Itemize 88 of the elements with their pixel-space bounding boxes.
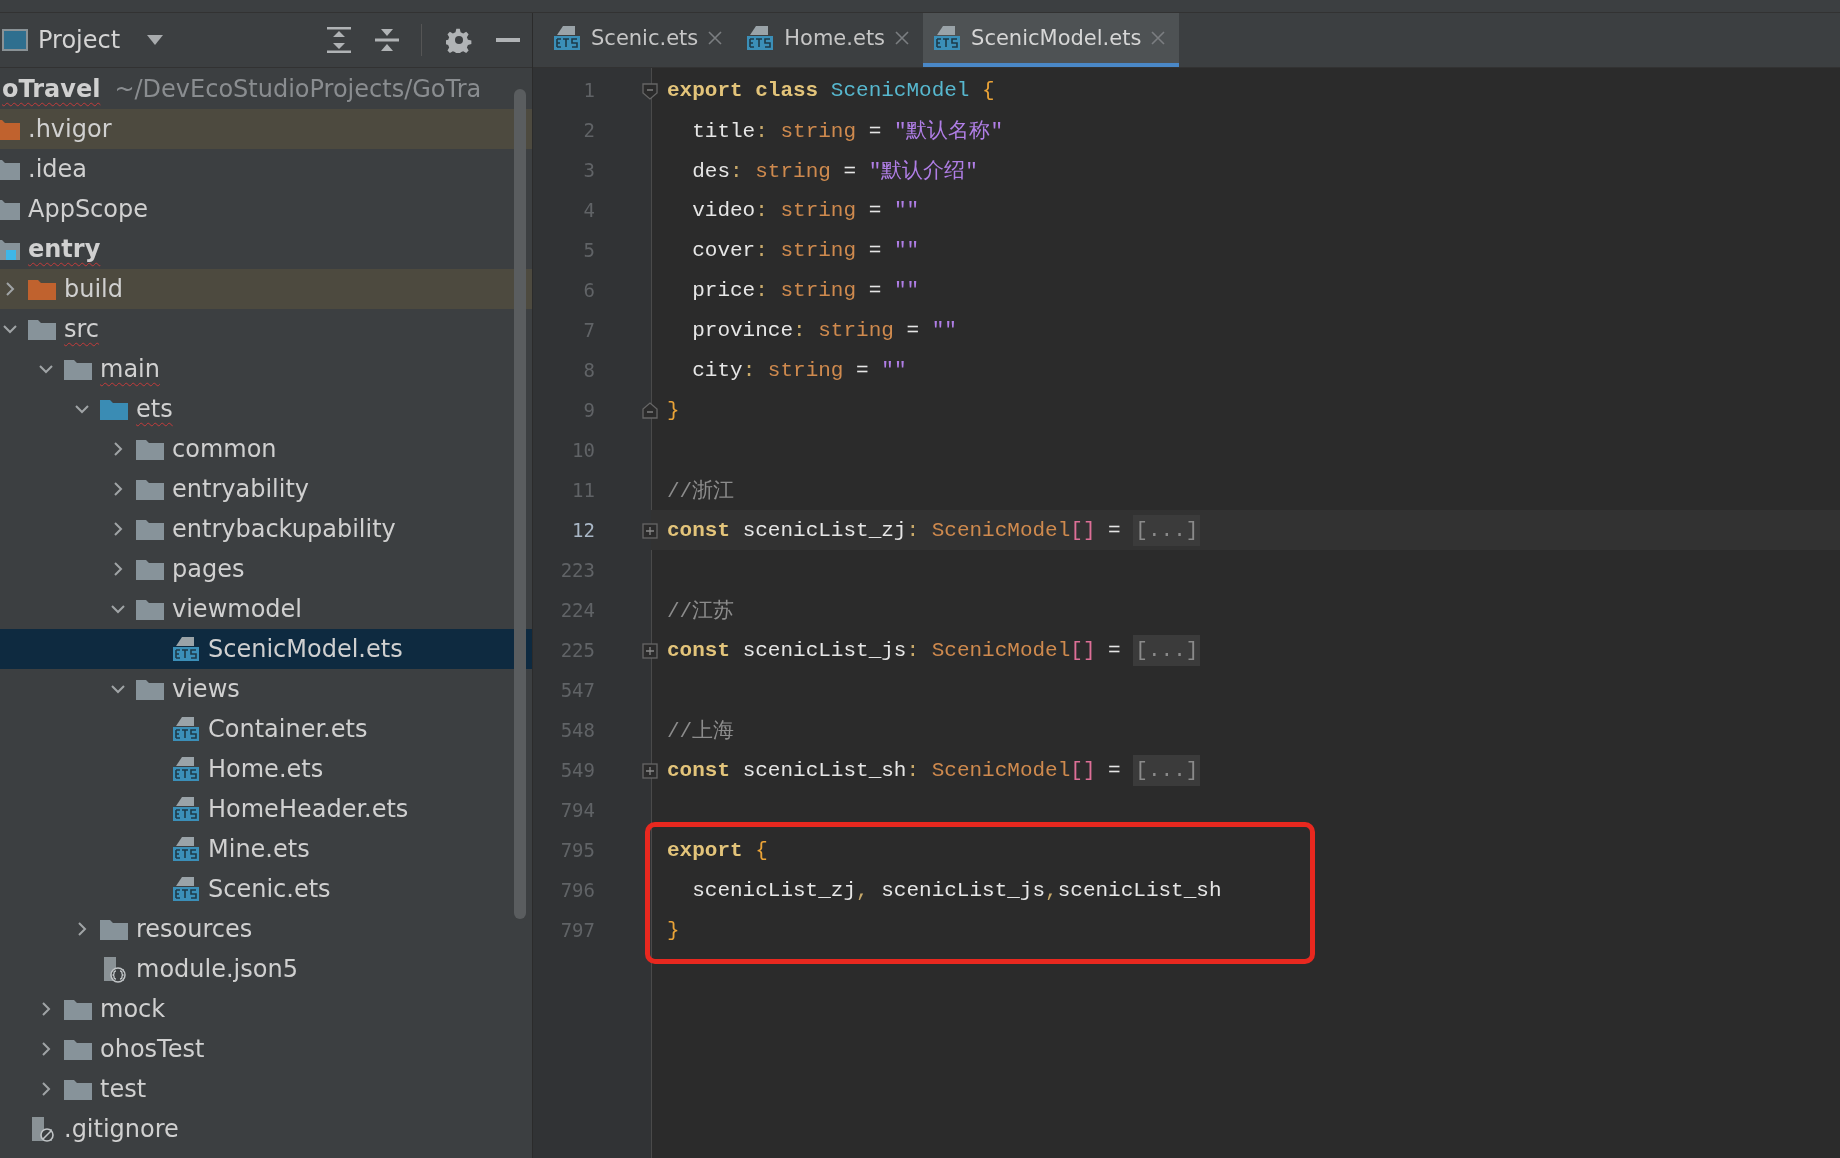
- close-icon[interactable]: [895, 31, 910, 45]
- tree-item[interactable]: test: [0, 1069, 532, 1109]
- code-line: city: string = "": [691, 358, 907, 382]
- expand-marker-icon[interactable]: [641, 522, 659, 540]
- folder-icon: [64, 1038, 92, 1060]
- code-line: scenicList_zj, scenicList_js,scenicList_sh: [691, 878, 1222, 902]
- code-line: //上海: [667, 718, 735, 744]
- line-number: 12: [571, 518, 595, 543]
- folder-icon: [100, 918, 128, 940]
- code-line: export {: [667, 838, 768, 862]
- tree-item[interactable]: entryability: [0, 469, 532, 509]
- tree-item[interactable]: views: [0, 669, 532, 709]
- tree-item[interactable]: viewmodel: [0, 589, 532, 629]
- code-line: }: [667, 398, 680, 422]
- tree-item[interactable]: Mine.ets: [0, 829, 532, 869]
- folder-icon: [0, 198, 20, 220]
- folder-icon: [136, 478, 164, 500]
- code-line: price: string = "": [691, 278, 920, 302]
- tree-item[interactable]: resources: [0, 909, 532, 949]
- folder-icon: [136, 678, 164, 700]
- code-line: export class ScenicModel {: [667, 78, 995, 102]
- tree-item[interactable]: Home.ets: [0, 749, 532, 789]
- folder-icon: [0, 118, 20, 140]
- project-window-icon: [2, 29, 28, 51]
- editor-tab[interactable]: Scenic.ets: [543, 13, 737, 67]
- tree-item[interactable]: src: [0, 309, 532, 349]
- folder-icon: [136, 438, 164, 460]
- code-line: des: string = "默认介绍": [691, 159, 978, 184]
- ets-file-icon: [553, 24, 581, 52]
- tree-item[interactable]: common: [0, 429, 532, 469]
- tree-item[interactable]: .idea: [0, 149, 532, 189]
- folder-icon: [0, 238, 20, 260]
- tree-item[interactable]: ohosTest: [0, 1029, 532, 1069]
- tree-item[interactable]: Scenic.ets: [0, 869, 532, 909]
- ets-file-icon: [172, 875, 200, 903]
- project-name[interactable]: oTravel: [2, 75, 101, 103]
- tree-item[interactable]: mock: [0, 989, 532, 1029]
- folder-icon: [64, 1078, 92, 1100]
- expand-marker-icon[interactable]: [641, 762, 659, 780]
- folder-icon: [136, 558, 164, 580]
- fold-marker-icon[interactable]: [641, 402, 659, 420]
- code-line: video: string = "": [691, 198, 920, 222]
- folder-icon: [28, 318, 56, 340]
- tree-item[interactable]: ets: [0, 389, 532, 429]
- tree-item[interactable]: pages: [0, 549, 532, 589]
- code-line: //浙江: [667, 478, 735, 504]
- tree-item[interactable]: .hvigor: [0, 109, 532, 149]
- folder-icon: [64, 358, 92, 380]
- project-path: ~/DevEcoStudioProjects/GoTra: [114, 75, 482, 103]
- ets-file-icon: [172, 635, 200, 663]
- code-line: cover: string = "": [691, 238, 920, 262]
- expand-marker-icon[interactable]: [641, 642, 659, 660]
- tree-item[interactable]: .gitignore: [0, 1109, 532, 1149]
- tree-item[interactable]: ScenicModel.ets: [0, 629, 532, 669]
- tree-item[interactable]: entry: [0, 229, 532, 269]
- tree-item[interactable]: AppScope: [0, 189, 532, 229]
- folder-icon: [64, 998, 92, 1020]
- tree-item[interactable]: Container.ets: [0, 709, 532, 749]
- expand-all-icon[interactable]: [327, 27, 351, 53]
- editor-tab[interactable]: Home.ets: [736, 13, 924, 67]
- tree-item[interactable]: module.json5: [0, 949, 532, 989]
- ets-file-icon: [933, 24, 962, 52]
- scrollbar[interactable]: [514, 89, 526, 919]
- fold-marker-icon[interactable]: [641, 82, 659, 100]
- folder-icon: [28, 278, 56, 300]
- tree-item[interactable]: build: [0, 269, 532, 309]
- settings-icon[interactable]: [446, 27, 472, 53]
- ets-file-icon: [746, 24, 775, 52]
- close-icon[interactable]: [708, 31, 723, 45]
- code-line: title: string = "默认名称": [691, 119, 1004, 144]
- tree-item[interactable]: HomeHeader.ets: [0, 789, 532, 829]
- code-line: province: string = "": [691, 318, 957, 342]
- collapse-all-icon[interactable]: [375, 27, 399, 53]
- dropdown-caret-icon[interactable]: [146, 34, 165, 46]
- editor-tab[interactable]: ScenicModel.ets: [923, 13, 1180, 67]
- folder-icon: [136, 598, 164, 620]
- ets-file-icon: [172, 715, 200, 743]
- folder-icon: [100, 398, 128, 420]
- code-line: //江苏: [667, 598, 735, 624]
- ets-file-icon: [172, 755, 200, 783]
- folder-icon: [136, 518, 164, 540]
- tree-item[interactable]: entrybackupability: [0, 509, 532, 549]
- ets-file-icon: [172, 795, 200, 823]
- folder-icon: [0, 158, 20, 180]
- panel-title[interactable]: Project: [38, 26, 121, 54]
- ets-file-icon: [172, 835, 200, 863]
- tree-item[interactable]: main: [0, 349, 532, 389]
- code-line: }: [667, 918, 680, 942]
